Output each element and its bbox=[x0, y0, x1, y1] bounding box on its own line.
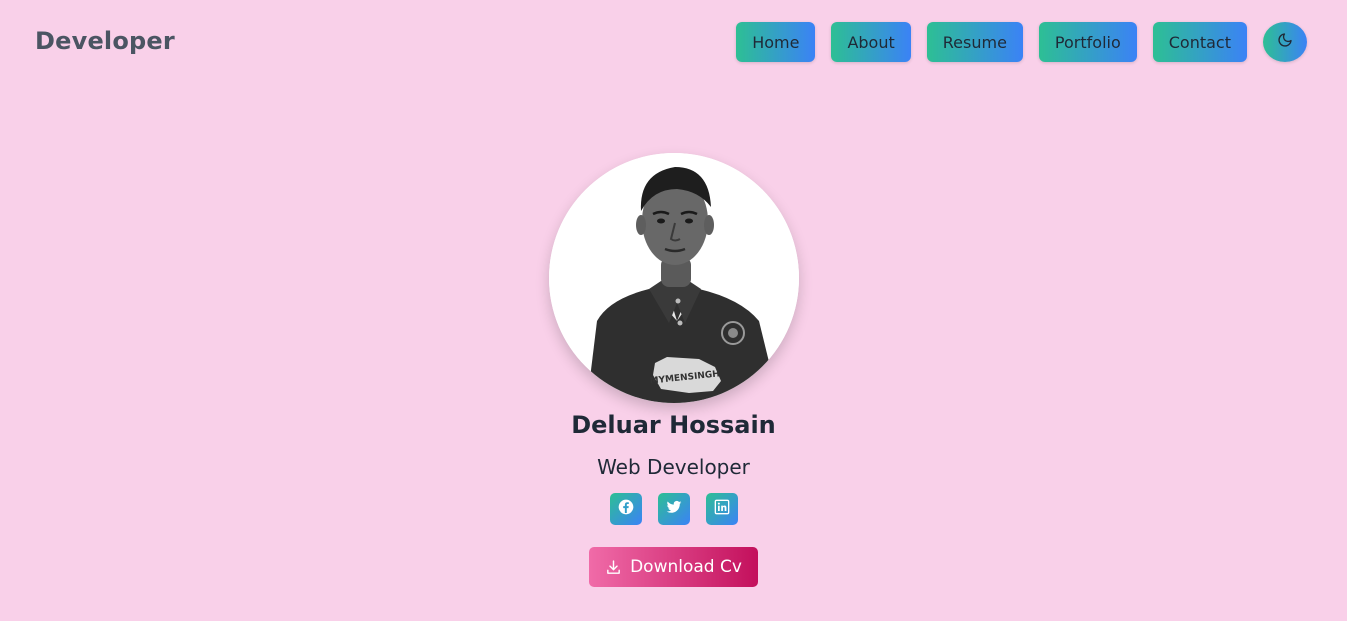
twitter-icon bbox=[666, 499, 682, 519]
profile-role: Web Developer bbox=[597, 455, 750, 479]
facebook-icon bbox=[618, 499, 634, 519]
nav-resume-button[interactable]: Resume bbox=[926, 22, 1023, 62]
nav-contact-button[interactable]: Contact bbox=[1152, 22, 1247, 62]
nav-about-button[interactable]: About bbox=[831, 22, 911, 62]
twitter-link[interactable] bbox=[657, 493, 690, 525]
linkedin-icon bbox=[714, 499, 730, 519]
moon-icon bbox=[1277, 32, 1293, 52]
profile-photo: MYMENSINGH bbox=[548, 153, 799, 403]
facebook-link[interactable] bbox=[609, 493, 642, 525]
download-cv-label: Download Cv bbox=[630, 557, 742, 577]
site-logo[interactable]: Developer bbox=[35, 27, 175, 55]
linkedin-link[interactable] bbox=[705, 493, 738, 525]
hero-section: MYMENSINGH Deluar Hossain Web Developer bbox=[0, 153, 1347, 587]
profile-name: Deluar Hossain bbox=[571, 411, 776, 439]
download-icon bbox=[605, 559, 622, 576]
theme-toggle-button[interactable] bbox=[1263, 22, 1307, 62]
social-links bbox=[602, 493, 746, 525]
download-cv-button[interactable]: Download Cv bbox=[589, 547, 758, 587]
nav-portfolio-button[interactable]: Portfolio bbox=[1038, 22, 1137, 62]
main-nav: Home About Resume Portfolio Contact bbox=[736, 22, 1307, 62]
nav-home-button[interactable]: Home bbox=[736, 22, 816, 62]
